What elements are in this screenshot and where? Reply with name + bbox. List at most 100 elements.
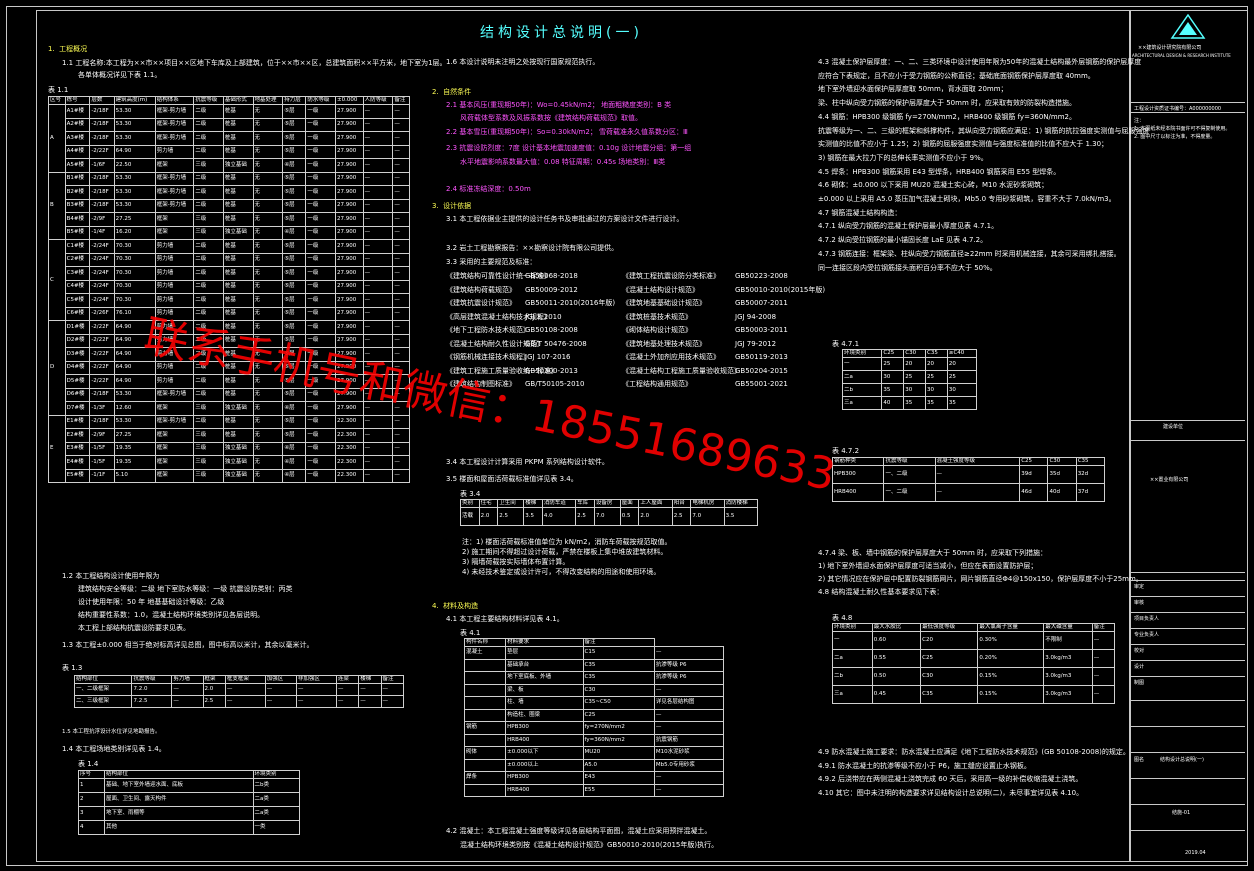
table-header-cell: 楼梯 xyxy=(523,499,543,508)
code-item: GB50068-2018 xyxy=(525,272,578,280)
table-cell: 桩基 xyxy=(222,293,254,308)
table-cell: 20 xyxy=(925,357,948,371)
table-cell: 框架 xyxy=(154,158,195,173)
table-cell: 三级 xyxy=(193,212,224,227)
title-block-row-line xyxy=(1130,660,1245,661)
table-cell: 53.30 xyxy=(113,414,156,429)
table-cell: 35 xyxy=(946,396,978,410)
table-cell: — xyxy=(934,483,1021,502)
table-cell: 一级 xyxy=(305,414,336,429)
table-cell: 二级 xyxy=(193,117,224,132)
table-cell: 二a xyxy=(841,370,883,384)
title-block-note: 注： xyxy=(1134,118,1145,124)
text-4-2b: 混凝土结构环境类别按《混凝土结构设计规范》GB50010-2010(2015年版… xyxy=(460,841,719,849)
code-item: GB50119-2013 xyxy=(735,353,788,361)
table-cell: — xyxy=(392,293,410,308)
table-cell: 一级 xyxy=(305,117,336,132)
table-3-4: 类别 住宅 卫生间 楼梯 消防车道 车库 设备房 屋面 上人屋面 阳台 电梯机房 消防楼梯 活载 2.0 2… xyxy=(460,499,759,526)
table-header-row: 类别 住宅 卫生间 楼梯 消防车道 车库 设备房 屋面 上人屋面 阳台 电梯机房 消防楼梯 xyxy=(460,499,759,508)
text-line: ±0.000 以上采用 A5.0 蒸压加气混凝土砌块，Mb5.0 专用砂浆砌筑，… xyxy=(818,195,1116,203)
text-line: 4.3 混凝土保护层厚度：一、二、三类环境中设计使用年限为50年的混凝土结构最外… xyxy=(818,58,1142,66)
table-cell: -1/5F xyxy=(89,441,115,456)
table-cell: 53.30 xyxy=(113,185,156,200)
table-cell: — xyxy=(362,320,394,335)
table-1-1-label: 表 1.1 xyxy=(48,86,69,94)
table-header-cell: 框支框架 xyxy=(224,675,266,684)
code-item: JGJ 3-2010 xyxy=(525,312,562,321)
table-cell: 一级 xyxy=(305,468,336,483)
table-cell: 构造柱、圈梁 xyxy=(505,708,584,722)
table-header-cell: 层数 xyxy=(89,96,115,105)
text-line: 地下室外墙迎水面保护层厚度取 50mm，背水面取 20mm； xyxy=(818,85,1008,94)
table-cell: ⑤层 xyxy=(282,279,307,294)
table-cell: 2.5 xyxy=(497,507,525,526)
code-item: GB50300-2013 xyxy=(525,366,578,375)
table-cell: 独立基础 xyxy=(222,158,254,173)
table-cell: 地下室、雨棚等 xyxy=(104,806,254,821)
table-cell: — xyxy=(362,306,394,321)
table-row: 1 基础、地下室外墙迎水面、底板 二b类 xyxy=(77,778,301,793)
table-cell: 二a类 xyxy=(252,806,301,821)
table-cell: 桩基 xyxy=(222,131,254,146)
table-cell: D5#楼 xyxy=(64,374,91,389)
table-cell: 无 xyxy=(252,158,284,173)
table-cell: 二级 xyxy=(193,239,224,254)
table-cell: 70.30 xyxy=(113,293,156,308)
text-1-6: 1.6 本设计说明未注明之处按现行国家规范执行。 xyxy=(446,58,600,66)
table-cell: — xyxy=(392,455,410,470)
table-header-cell: C35 xyxy=(925,349,948,358)
text-line: 4.7 钢筋混凝土结构构造： xyxy=(818,208,902,217)
code-item: 《工程结构通用规范》 xyxy=(622,380,692,388)
table-row: A A1#楼 -2/18F 53.30 框架-剪力墙 二级 桩基无 ⑤层 一级 27.900— — xyxy=(48,104,410,173)
table-cell: — xyxy=(264,683,297,696)
code-item: 《地下工程防水技术规范》 xyxy=(446,326,530,334)
code-item: GB50003-2011 xyxy=(735,326,788,334)
table-cell: — xyxy=(392,428,410,443)
table-cell: 35 xyxy=(925,396,948,410)
table-cell: B4#楼 xyxy=(64,212,91,227)
table-1-1: 区号 栋号 层数 建筑高度(m) 结构体系 抗震等级 基础形式 地基处理 持力层 防水等级 ±0.0… xyxy=(48,96,410,483)
table-cell: — xyxy=(392,252,410,267)
table-row: C4#楼 -2/24F 70.30 剪力墙 二级 桩基无 ⑤层 一级 27.900— — xyxy=(49,279,410,294)
zone-cell: D xyxy=(48,320,66,416)
title-block-row-line xyxy=(1130,778,1245,779)
text-line: 4.7.2 纵向受拉钢筋的最小锚固长度 LaE 见表 4.7.2。 xyxy=(818,236,988,245)
table-header-cell: C30 xyxy=(1047,457,1077,466)
table-cell: 桩基 xyxy=(222,414,254,429)
table-cell: 柱、墙 xyxy=(505,696,584,710)
table-cell: ⑤层 xyxy=(282,252,307,267)
section-3-heading: 3. 设计依据 xyxy=(432,202,471,211)
table-cell: 19.35 xyxy=(113,455,156,470)
table-cell: ±0.000以下 xyxy=(505,746,584,760)
table-header-row: 结构部位 抗震等级 剪力墙 框架 框支框架 加强区 非加强区 连梁 楼梯 备注 xyxy=(73,675,405,684)
table-cell: 独立基础 xyxy=(222,441,254,456)
table-cell: ⑤层 xyxy=(282,104,307,119)
text-1-2: 1.2 本工程结构设计使用年限为 xyxy=(62,572,160,580)
table-cell: 框架-剪力墙 xyxy=(154,414,195,429)
table-header-cell: 设备房 xyxy=(593,499,621,508)
table-cell: — xyxy=(362,266,394,281)
table-cell: 27.25 xyxy=(113,428,156,443)
table-cell: ⑤层 xyxy=(282,266,307,281)
table-cell: — xyxy=(224,683,266,696)
table-cell: 基础、地下室外墙迎水面、底板 xyxy=(104,778,254,793)
table-header-cell: 住宅 xyxy=(478,499,499,508)
text-2-3: 2.3 抗震设防烈度：7度 设计基本地震加速度值：0.10g 设计地震分组：第一… xyxy=(446,144,692,152)
table-cell: — xyxy=(362,171,394,186)
table-cell xyxy=(463,733,507,747)
table-cell: D4#楼 xyxy=(64,360,91,375)
table-cell: 27.900 xyxy=(334,131,364,146)
table-cell: ⑤层 xyxy=(282,414,307,429)
table-header-cell: 基础形式 xyxy=(222,96,254,105)
drawing-title: 结构设计总说明(一) xyxy=(480,25,643,41)
table-cell: 27.900 xyxy=(334,158,364,173)
table-cell: 抗渗等级 P6 xyxy=(653,671,725,685)
table-cell: — xyxy=(1091,667,1116,686)
section-num: 2. xyxy=(432,88,439,96)
text-line: 1) 地下室外墙迎水面保护层厚度可适当减小，但应在表面设置防护层； xyxy=(818,562,1038,570)
table-cell: — xyxy=(358,683,382,696)
table-cell: 一、二级 xyxy=(883,483,936,502)
table-cell: 框架 xyxy=(154,212,195,227)
table-cell: 无 xyxy=(252,455,284,470)
sheet-number: 结施-01 xyxy=(1172,810,1191,816)
